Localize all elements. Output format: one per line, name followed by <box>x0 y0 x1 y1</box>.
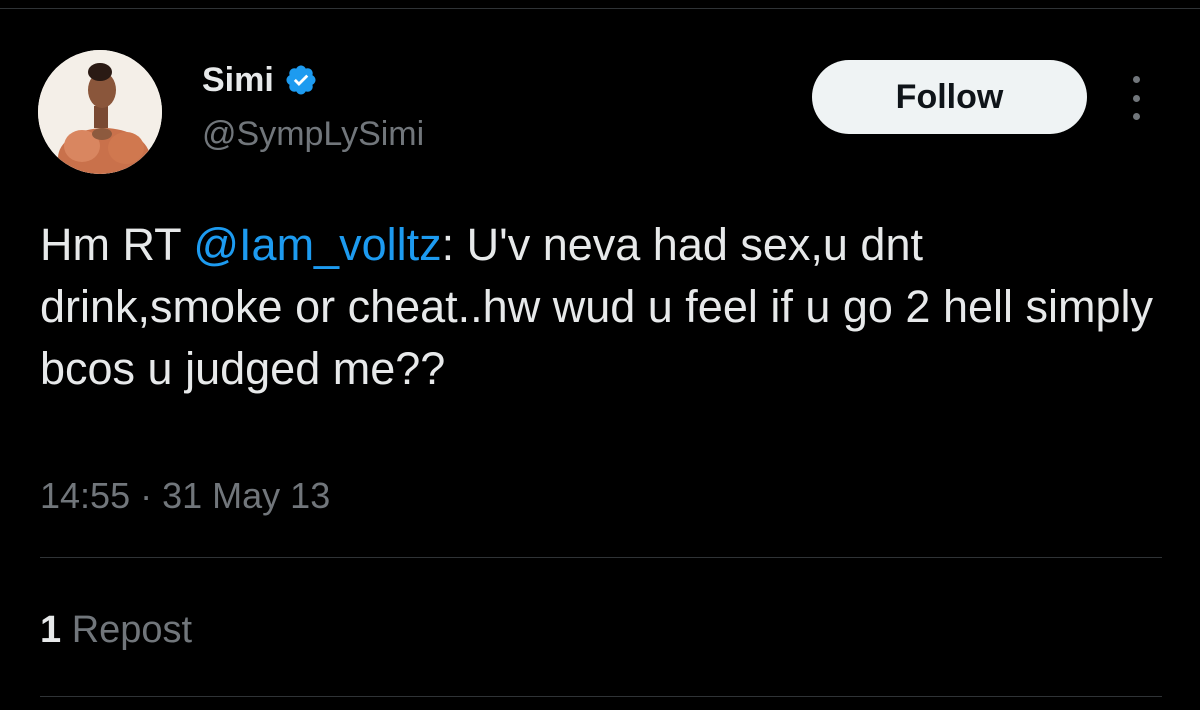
divider <box>40 696 1162 697</box>
display-name[interactable]: Simi <box>202 60 274 100</box>
tweet-date[interactable]: 31 May 13 <box>162 475 330 516</box>
profile-photo <box>38 50 162 174</box>
more-vertical-icon[interactable] <box>1124 76 1148 120</box>
author-name-row[interactable]: Simi <box>202 60 318 100</box>
repost-count-link[interactable]: 1 Repost <box>40 608 192 652</box>
more-dot <box>1132 113 1140 120</box>
tweet-time[interactable]: 14:55 <box>40 475 130 516</box>
tweet-text: Hm RT @Iam_volltz: U'v neva had sex,u dn… <box>40 214 1170 400</box>
avatar[interactable] <box>38 50 162 174</box>
repost-count: 1 <box>40 609 62 651</box>
author-handle[interactable]: @SympLySimi <box>202 114 424 154</box>
top-divider <box>0 8 1200 9</box>
tweet-timestamp[interactable]: 14:55 · 31 May 13 <box>40 474 330 518</box>
mention-link[interactable]: @Iam_volltz <box>193 219 441 270</box>
tweet-text-prefix: Hm RT <box>40 219 194 270</box>
follow-button[interactable]: Follow <box>812 60 1087 134</box>
verified-badge-icon <box>284 63 318 97</box>
divider <box>40 557 1162 558</box>
meta-separator: · <box>140 475 153 516</box>
more-dot <box>1132 94 1140 102</box>
repost-label: Repost <box>71 609 193 651</box>
more-dot <box>1132 76 1140 83</box>
